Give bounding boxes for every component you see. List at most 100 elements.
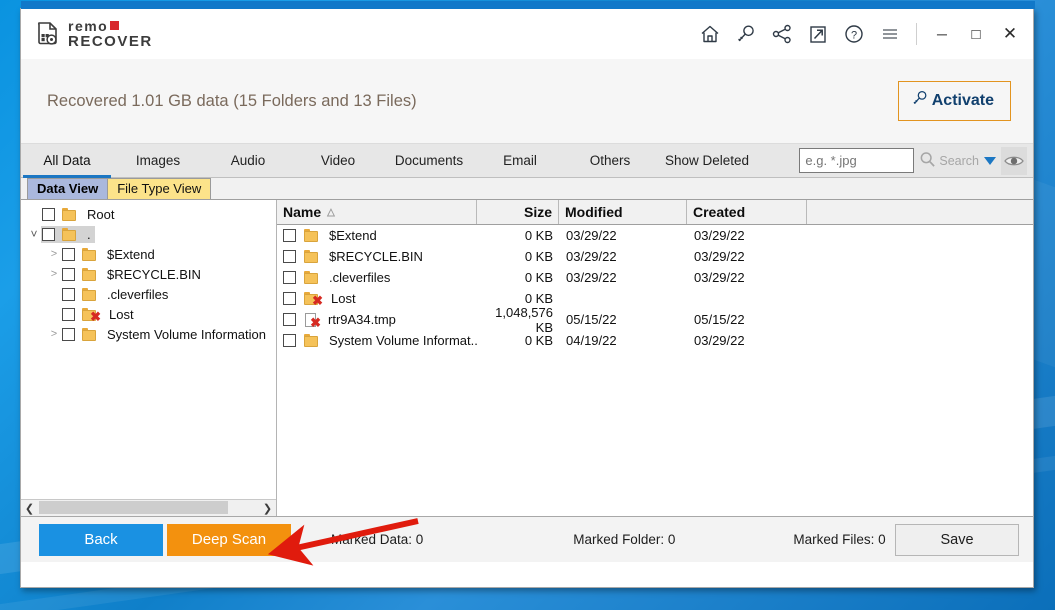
maximize-button[interactable]: □ (959, 16, 993, 52)
view-tab-bar: Data View File Type View (21, 178, 1033, 200)
scroll-left-icon[interactable]: ❮ (21, 500, 38, 516)
external-link-icon[interactable] (800, 16, 836, 52)
app-logo: remo RECOVER (31, 19, 153, 49)
file-name-cell: $Extend (277, 228, 477, 243)
file-modified: 03/29/22 (566, 228, 617, 243)
file-modified: 04/19/22 (566, 333, 617, 348)
chevron-right-icon[interactable]: ˃ (47, 248, 61, 260)
chevron-down-icon[interactable] (984, 156, 996, 165)
key-icon[interactable] (728, 16, 764, 52)
titlebar-divider (916, 23, 917, 45)
row-checkbox[interactable] (283, 250, 296, 263)
file-modified: 03/29/22 (566, 270, 617, 285)
tab-video[interactable]: Video (293, 144, 383, 177)
row-checkbox[interactable] (283, 229, 296, 242)
folder-icon (304, 334, 319, 347)
tree-checkbox[interactable] (62, 307, 75, 321)
tree-item-dot[interactable]: ˅ . (21, 224, 276, 244)
tab-all-data[interactable]: All Data (21, 144, 113, 178)
table-row[interactable]: ✖ rtr9A34.tmp 1,048,576 KB 05/15/22 05/1… (277, 305, 1033, 335)
tree-checkbox[interactable] (62, 287, 75, 301)
summary-banner: Recovered 1.01 GB data (15 Folders and 1… (21, 59, 1033, 144)
marked-files-status: Marked Files: 0 (793, 532, 886, 547)
file-created: 03/29/22 (694, 270, 745, 285)
tree-checkbox[interactable] (62, 267, 75, 281)
search-button[interactable]: Search (919, 151, 979, 171)
home-icon[interactable] (692, 16, 728, 52)
tree-item-system-volume-information[interactable]: ˃ System Volume Information (21, 324, 276, 344)
tree-item-label: Lost (109, 306, 134, 322)
close-button[interactable]: ✕ (993, 16, 1027, 52)
scrollbar-track[interactable] (38, 500, 259, 516)
row-checkbox[interactable] (283, 313, 296, 326)
file-name: System Volume Informat... (329, 333, 477, 348)
row-checkbox[interactable] (283, 271, 296, 284)
tab-others[interactable]: Others (565, 144, 655, 177)
file-list-header: Name △ Size Modified Created (277, 200, 1033, 225)
column-header-size[interactable]: Size (477, 200, 559, 224)
row-checkbox[interactable] (283, 334, 296, 347)
column-header-modified[interactable]: Modified (559, 200, 687, 224)
logo-text-primary: remo (68, 18, 109, 34)
tree-item-lost[interactable]: ✖ Lost (21, 304, 276, 324)
tree-checkbox[interactable] (62, 327, 75, 341)
row-checkbox[interactable] (283, 292, 296, 305)
table-row[interactable]: $Extend 0 KB 03/29/22 03/29/22 (277, 225, 1033, 246)
table-row[interactable]: $RECYCLE.BIN 0 KB 03/29/22 03/29/22 (277, 246, 1033, 267)
file-icon: ✖ (304, 312, 321, 327)
logo-text-secondary: RECOVER (68, 33, 153, 50)
tab-email[interactable]: Email (475, 144, 565, 177)
tree-checkbox[interactable] (42, 227, 55, 241)
back-button[interactable]: Back (39, 523, 163, 556)
tree-item-recycle-bin[interactable]: ˃ $RECYCLE.BIN (21, 264, 276, 284)
help-icon[interactable]: ? (836, 16, 872, 52)
search-input[interactable] (799, 148, 915, 173)
eye-icon[interactable] (1001, 146, 1027, 175)
search-icon (919, 151, 936, 171)
tree-horizontal-scrollbar[interactable]: ❮ ❯ (21, 499, 276, 516)
deep-scan-button[interactable]: Deep Scan (167, 523, 291, 556)
tab-documents[interactable]: Documents (383, 144, 475, 177)
tree-checkbox[interactable] (62, 247, 75, 261)
tree-item-label: System Volume Information (107, 326, 266, 342)
file-size: 0 KB (524, 333, 553, 348)
window-top-accent (21, 1, 1035, 9)
tree-item-cleverfiles[interactable]: .cleverfiles (21, 284, 276, 304)
tree-checkbox[interactable] (42, 207, 55, 221)
file-name-cell: $RECYCLE.BIN (277, 249, 477, 264)
table-row[interactable]: ✖ Lost 0 KB (277, 288, 1033, 309)
chevron-right-icon[interactable]: ˃ (47, 328, 61, 340)
minimize-button[interactable]: ─ (925, 16, 959, 52)
menu-icon[interactable] (872, 16, 908, 52)
application-window: remo RECOVER ? ─ □ ✕ Recovered 1.01 GB d… (20, 1, 1035, 588)
title-bar: remo RECOVER ? ─ □ ✕ (21, 9, 1033, 59)
tab-images[interactable]: Images (113, 144, 203, 177)
chevron-right-icon[interactable]: ˃ (47, 268, 61, 280)
sort-ascending-icon: △ (327, 206, 335, 218)
column-header-name[interactable]: Name △ (277, 200, 477, 224)
share-icon[interactable] (764, 16, 800, 52)
tab-file-type-view[interactable]: File Type View (107, 178, 212, 199)
file-name: .cleverfiles (329, 270, 391, 285)
folder-tree: Root ˅ . ˃ $Extend ˃ $RECYCLE.BIN .cleve… (21, 200, 276, 499)
tab-show-deleted[interactable]: Show Deleted (655, 144, 759, 177)
recovery-summary-text: Recovered 1.01 GB data (15 Folders and 1… (47, 91, 417, 110)
file-name-cell: ✖ rtr9A34.tmp (277, 312, 477, 327)
scrollbar-thumb[interactable] (39, 501, 228, 514)
save-button[interactable]: Save (895, 523, 1019, 556)
folder-icon (82, 287, 97, 301)
tree-item-root[interactable]: Root (21, 204, 276, 224)
tree-item-extend[interactable]: ˃ $Extend (21, 244, 276, 264)
filter-tab-bar: All Data Images Audio Video Documents Em… (21, 144, 1033, 178)
tree-item-label: $Extend (107, 246, 155, 262)
activate-button[interactable]: Activate (897, 81, 1011, 121)
column-header-created[interactable]: Created (687, 200, 807, 224)
tab-audio[interactable]: Audio (203, 144, 293, 177)
chevron-down-icon[interactable]: ˅ (27, 227, 41, 241)
tab-data-view[interactable]: Data View (27, 178, 109, 199)
column-header-empty[interactable] (807, 200, 1033, 224)
table-row[interactable]: System Volume Informat... 0 KB 04/19/22 … (277, 330, 1033, 351)
table-row[interactable]: .cleverfiles 0 KB 03/29/22 03/29/22 (277, 267, 1033, 288)
scroll-right-icon[interactable]: ❯ (259, 500, 276, 516)
tree-item-label: . (87, 226, 91, 242)
